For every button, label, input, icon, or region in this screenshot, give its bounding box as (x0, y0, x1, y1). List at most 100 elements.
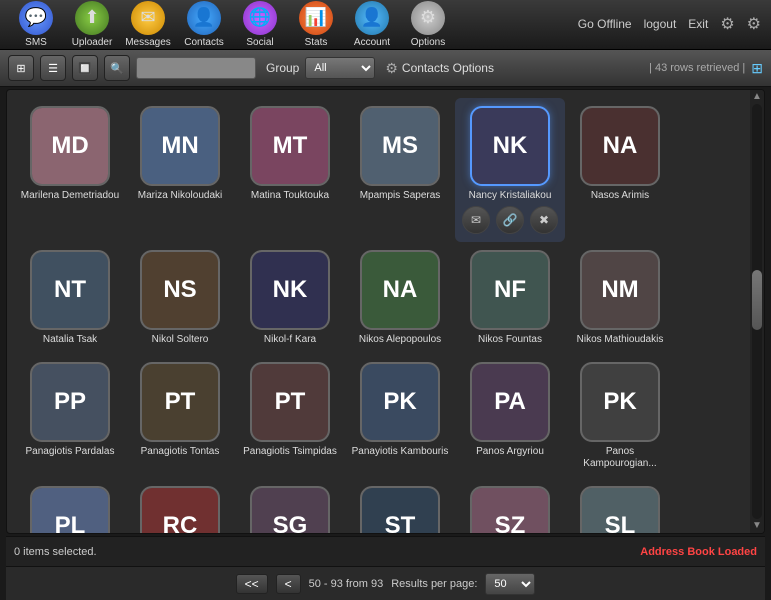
contact-card[interactable]: NT Natalia Tsak (15, 242, 125, 354)
contact-card[interactable]: PT Panagiotis Tontas (125, 354, 235, 478)
contact-photo: PK (360, 362, 440, 442)
contact-card[interactable]: PT Panagiotis Tsimpidas (235, 354, 345, 478)
contacts-options-label: Contacts Options (402, 61, 494, 75)
contact-card[interactable]: NM Nikos Mathioudakis (565, 242, 675, 354)
settings-icon[interactable]: ⚙ (720, 14, 734, 34)
contact-card[interactable]: NK Nikol-f Kara (235, 242, 345, 354)
contact-card[interactable]: NF Nikos Fountas (455, 242, 565, 354)
messages-icon: ✉ (131, 1, 165, 35)
contacts-options-btn[interactable]: ⚙ Contacts Options (385, 60, 494, 77)
contact-card[interactable]: MD Marilena Demetriadou (15, 98, 125, 242)
contact-name: Nancy Kristaliakou (469, 190, 552, 202)
contact-photo: MT (250, 106, 330, 186)
contact-name: Natalia Tsak (43, 334, 97, 346)
contact-card[interactable]: NK Nancy Kristaliakou ✉ 🔗 ✖ (455, 98, 565, 242)
contact-card[interactable]: NA Nasos Arimis (565, 98, 675, 242)
contact-photo: NK (250, 250, 330, 330)
scrollbar[interactable]: ▲ ▼ (750, 90, 764, 533)
scroll-track[interactable] (752, 104, 762, 519)
group-label: Group (266, 61, 299, 75)
search-btn[interactable]: 🔍 (104, 55, 130, 81)
nav-item-contacts[interactable]: 👤 Contacts (178, 1, 230, 48)
info-icon[interactable]: ⚙ (747, 14, 761, 34)
contact-card[interactable]: PA Panos Argyriou (455, 354, 565, 478)
contact-name: Nikol Soltero (152, 334, 209, 346)
rows-retrieved: | 43 rows retrieved | ⊞ (649, 60, 763, 77)
contact-name: Nasos Arimis (591, 190, 649, 202)
contact-card[interactable]: MT Matina Touktouka (235, 98, 345, 242)
message-action-icon[interactable]: ✉ (462, 206, 490, 234)
results-per-page-label: Results per page: (391, 578, 477, 590)
logout-link[interactable]: logout (644, 17, 677, 31)
nav-item-options[interactable]: ⚙ Options (402, 1, 454, 48)
prev-page-btn[interactable]: < (276, 574, 301, 594)
contact-card[interactable]: SZ Sofia Zerva (455, 478, 565, 533)
contact-photo: ST (360, 486, 440, 533)
nav-item-sms[interactable]: 💬 SMS (10, 1, 62, 48)
per-page-select[interactable]: 25 50 100 (485, 573, 535, 595)
nav-label-account: Account (354, 37, 390, 48)
contact-card[interactable]: PP Panagiotis Pardalas (15, 354, 125, 478)
top-bar: 💬 SMS ⬆ Uploader ✉ Messages 👤 Contacts 🌐… (0, 0, 771, 50)
contact-photo: NF (470, 250, 550, 330)
contact-card[interactable]: RC Roger Cane (125, 478, 235, 533)
group-select[interactable]: All Family Friends Work (305, 57, 375, 79)
first-page-btn[interactable]: << (236, 574, 268, 594)
contact-action-icons: ✉ 🔗 ✖ (462, 206, 558, 234)
link-action-icon[interactable]: 🔗 (496, 206, 524, 234)
contact-card[interactable]: PL Petros Lytrivis (15, 478, 125, 533)
contact-card[interactable]: MS Mpampis Saperas (345, 98, 455, 242)
contact-card[interactable]: ST Savvas Temirtsidis (345, 478, 455, 533)
contact-card[interactable]: SG Savvas Grammatopo... (235, 478, 345, 533)
contact-photo: NA (360, 250, 440, 330)
contact-name: Panos Kampourogian... (569, 446, 671, 470)
scroll-down-arrow[interactable]: ▼ (752, 521, 762, 531)
nav-label-contacts: Contacts (184, 37, 223, 48)
contact-name: Panayiotis Kambouris (352, 446, 449, 458)
contact-photo: NM (580, 250, 660, 330)
contact-photo: PL (30, 486, 110, 533)
scroll-up-arrow[interactable]: ▲ (752, 92, 762, 102)
uploader-icon: ⬆ (75, 1, 109, 35)
contact-card[interactable]: NS Nikol Soltero (125, 242, 235, 354)
contact-photo: NT (30, 250, 110, 330)
contact-card[interactable]: SL Sonia Latsoudi (565, 478, 675, 533)
main-content: MD Marilena Demetriadou MN Mariza Nikolo… (6, 89, 765, 534)
nav-item-stats[interactable]: 📊 Stats (290, 1, 342, 48)
contacts-icon: 👤 (187, 1, 221, 35)
exit-link[interactable]: Exit (688, 17, 708, 31)
contact-photo: PA (470, 362, 550, 442)
nav-item-messages[interactable]: ✉ Messages (122, 1, 174, 48)
contact-name: Matina Touktouka (251, 190, 329, 202)
contact-card[interactable]: MN Mariza Nikoloudaki (125, 98, 235, 242)
scroll-thumb[interactable] (752, 270, 762, 330)
contact-card[interactable]: PK Panos Kampourogian... (565, 354, 675, 478)
contact-name: Nikos Mathioudakis (577, 334, 664, 346)
contact-photo: SZ (470, 486, 550, 533)
contact-photo: NS (140, 250, 220, 330)
contact-name: Mariza Nikoloudaki (138, 190, 222, 202)
items-selected: 0 items selected. (14, 546, 97, 558)
contact-name: Mpampis Saperas (360, 190, 441, 202)
close-action-icon[interactable]: ✖ (530, 206, 558, 234)
nav-label-stats: Stats (305, 37, 328, 48)
nav-item-uploader[interactable]: ⬆ Uploader (66, 1, 118, 48)
toolbar: ⊞ ☰ 🔲 🔍 Group All Family Friends Work ⚙ … (0, 50, 771, 88)
contact-card[interactable]: NA Nikos Alepopoulos (345, 242, 455, 354)
list-view-btn[interactable]: ☰ (40, 55, 66, 81)
contact-name: Panagiotis Pardalas (26, 446, 115, 458)
filter-btn[interactable]: 🔲 (72, 55, 98, 81)
contact-name: Panagiotis Tsimpidas (243, 446, 337, 458)
contact-card[interactable]: PK Panayiotis Kambouris (345, 354, 455, 478)
view-toggle-btn[interactable]: ⊞ (8, 55, 34, 81)
nav-item-social[interactable]: 🌐 Social (234, 1, 286, 48)
grid-icon[interactable]: ⊞ (751, 60, 763, 77)
contact-name: Nikol-f Kara (264, 334, 316, 346)
contact-photo: SG (250, 486, 330, 533)
stats-icon: 📊 (299, 1, 333, 35)
page-info: 50 - 93 from 93 (309, 578, 384, 590)
nav-icons: 💬 SMS ⬆ Uploader ✉ Messages 👤 Contacts 🌐… (10, 1, 454, 48)
search-input[interactable] (136, 57, 256, 79)
nav-item-account[interactable]: 👤 Account (346, 1, 398, 48)
go-offline-link[interactable]: Go Offline (578, 17, 632, 31)
